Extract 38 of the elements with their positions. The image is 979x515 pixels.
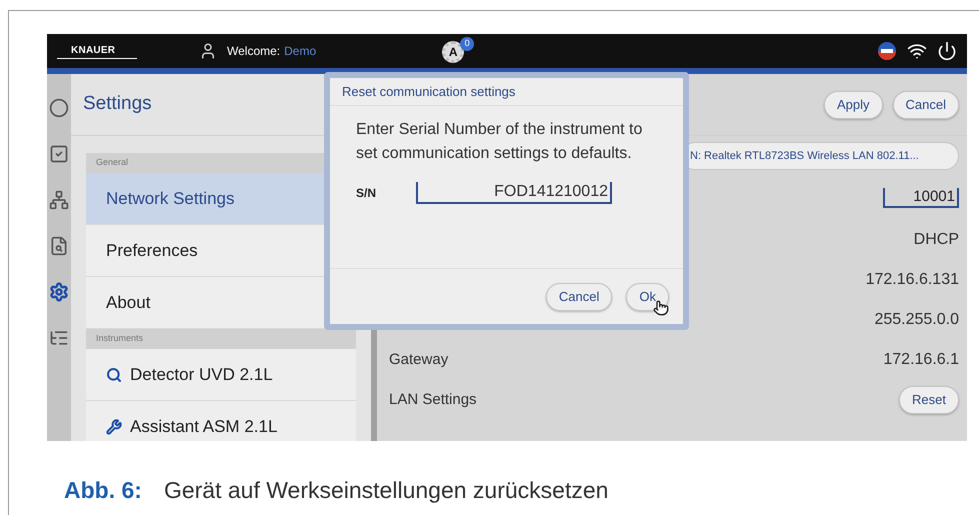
row-value: 255.255.0.0 <box>874 310 959 330</box>
dialog-title: Reset communication settings <box>342 82 516 101</box>
dialog-button[interactable]: Cancel <box>546 282 612 310</box>
dialog-message: Enter Serial Number of the instrument to set communication settings to defaults. <box>356 120 644 164</box>
row-label: Gateway <box>389 350 448 370</box>
figure-number: Abb. 6: <box>64 476 142 505</box>
mode-letter[interactable]: A <box>442 41 464 63</box>
power-icon[interactable] <box>937 41 957 61</box>
user-icon <box>199 42 217 60</box>
settings-icon[interactable] <box>49 282 69 302</box>
hand-cursor-icon <box>653 300 669 316</box>
circle-icon[interactable] <box>49 98 69 118</box>
row-value: 172.16.6.131 <box>866 270 959 290</box>
toolbar-button[interactable]: Apply <box>824 90 883 118</box>
user-name: Demo <box>284 43 316 60</box>
search-icon <box>106 366 122 382</box>
row-value: DHCP <box>914 230 959 250</box>
reset-button[interactable]: Reset <box>899 386 959 414</box>
dialog-button[interactable]: Ok <box>626 282 669 310</box>
row-label: LAN Settings <box>389 390 477 410</box>
logo: KNAUER <box>57 43 137 59</box>
figure-caption: Gerät auf Werkseinstellungen zurücksetzen <box>164 476 608 505</box>
wrench-icon <box>106 418 122 434</box>
network-icon[interactable] <box>49 190 69 210</box>
document-search-icon[interactable] <box>49 236 69 256</box>
menu-item[interactable]: Detector UVD 2.1L <box>86 349 356 401</box>
menu-item[interactable]: Assistant ASM 2.1L <box>86 401 356 441</box>
group-header: Instruments <box>86 329 356 349</box>
toolbar-button[interactable]: Cancel <box>892 90 959 118</box>
notification-count: 0 <box>460 37 474 51</box>
welcome-label: Welcome: <box>227 43 280 60</box>
checkbox-icon[interactable] <box>49 144 69 164</box>
serial-field[interactable]: FOD141210012 <box>416 182 612 204</box>
row-value: 172.16.6.1 <box>883 350 959 370</box>
settings-title: Settings <box>83 92 152 116</box>
serial-label: S/N <box>356 185 378 202</box>
port-field[interactable]: 10001 <box>883 188 959 208</box>
status-orb-icon <box>877 41 897 61</box>
